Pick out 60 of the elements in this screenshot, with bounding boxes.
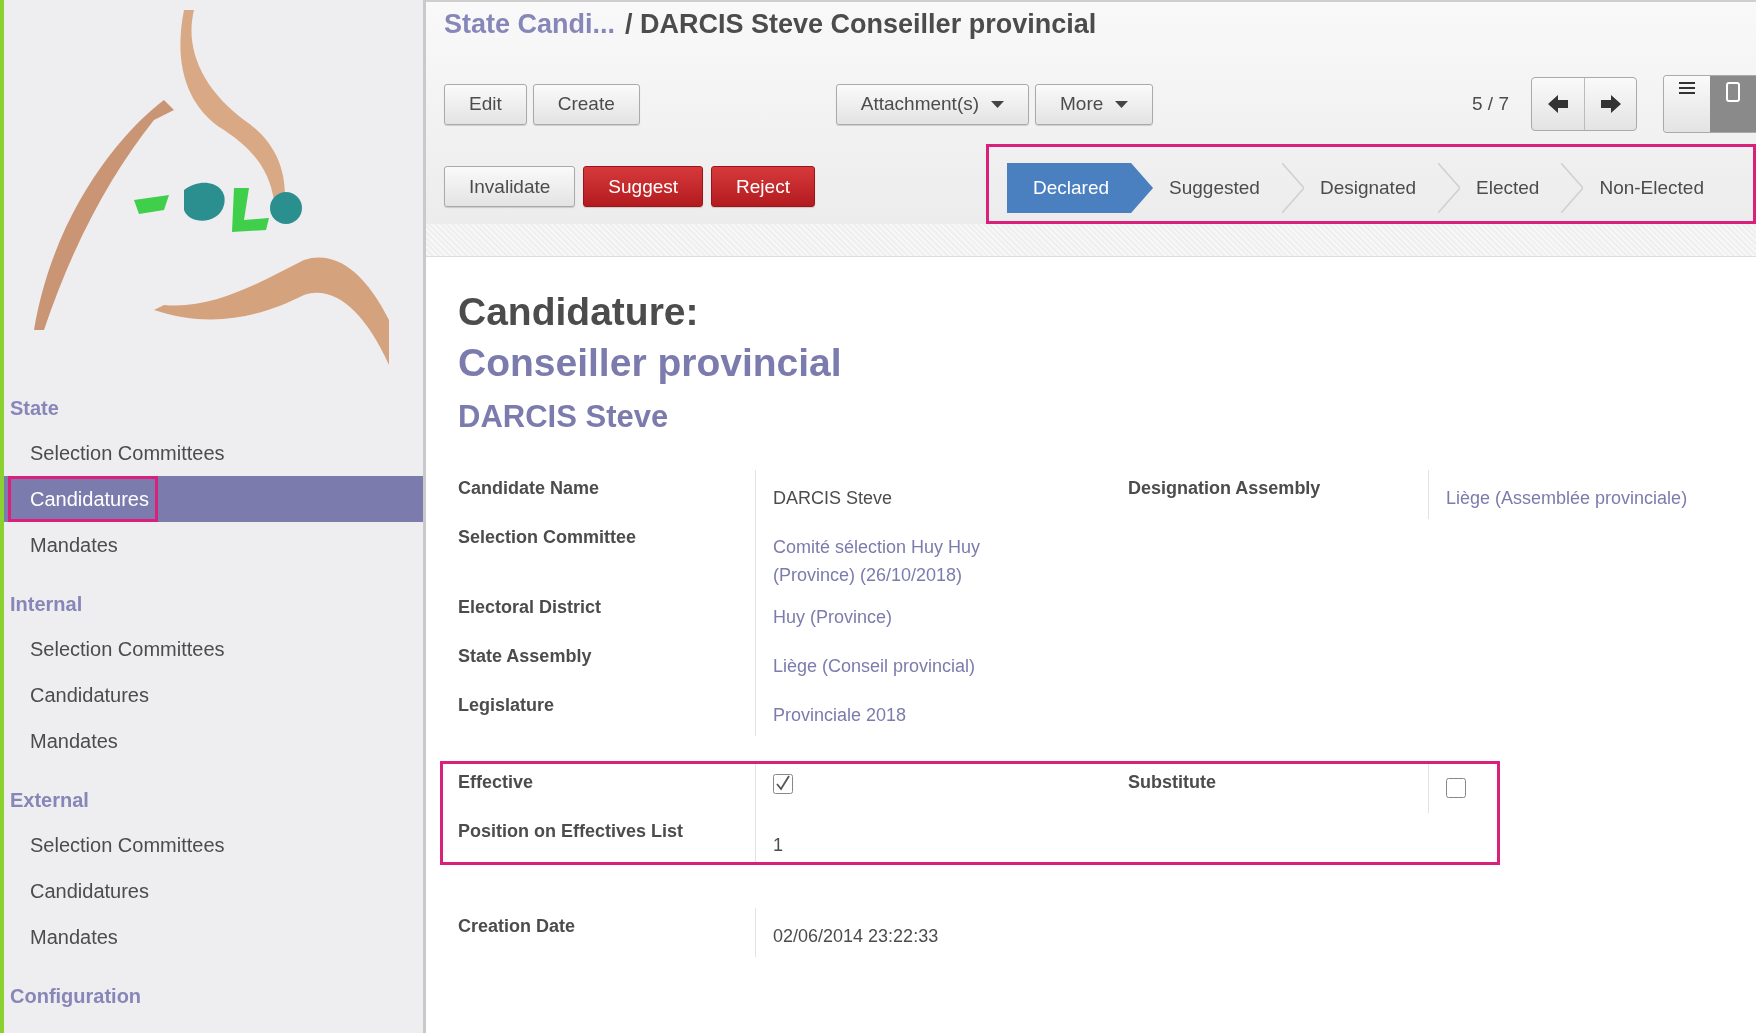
checkbox[interactable] xyxy=(1446,778,1466,798)
form-title: Conseiller provincial xyxy=(458,340,843,386)
field-label: Creation Date xyxy=(458,915,577,938)
right-arrow-icon xyxy=(1600,95,1621,113)
left-arrow-icon xyxy=(1548,95,1568,113)
field-label: State Assembly xyxy=(458,645,593,668)
form-subtitle: DARCIS Steve xyxy=(458,398,670,436)
field-label: Effective xyxy=(458,771,535,794)
form-heading: Candidature: xyxy=(458,289,700,335)
checkbox[interactable] xyxy=(773,774,793,794)
field-link[interactable]: Liège (Assemblée provinciale) xyxy=(1446,484,1688,512)
action-button[interactable]: Invalidate xyxy=(444,166,576,207)
sidebar-item[interactable]: Candidatures xyxy=(4,672,423,718)
field-label: Legislature xyxy=(458,694,556,717)
menu-section-title: Configuration xyxy=(9,984,143,1009)
field-link[interactable]: Huy (Province) xyxy=(773,603,893,631)
menu-section-title: State xyxy=(9,396,60,421)
sidebar-item[interactable]: Selection Committees xyxy=(4,626,423,672)
field-label: Candidate Name xyxy=(458,477,601,500)
toolbar-button[interactable]: Create xyxy=(532,83,640,125)
action-button[interactable]: Suggest xyxy=(583,166,704,207)
chevron-separator xyxy=(1438,163,1461,213)
field-value: 02/06/2014 23:22:33 xyxy=(773,925,939,948)
record-title: / DARCIS Steve Conseiller provincial xyxy=(625,8,1097,41)
action-button[interactable]: Reject xyxy=(711,166,815,207)
pager-counter: 5 / 7 xyxy=(1472,93,1509,115)
dropdown-button[interactable]: Attachment(s) xyxy=(835,83,1030,125)
field-link[interactable]: Comité sélection Huy Huy (Province) (26/10/2018) xyxy=(773,533,1033,589)
status-step[interactable]: Declared xyxy=(1007,163,1154,213)
dropdown-button[interactable]: More xyxy=(1035,83,1154,125)
chevron-separator xyxy=(1281,163,1304,213)
field-label: Position on Effectives List xyxy=(458,820,685,843)
sidebar-item[interactable]: Selection Committees xyxy=(4,822,423,868)
sidebar-item[interactable]: Candidatures xyxy=(4,476,423,522)
chevron-separator xyxy=(1561,163,1584,213)
field-label: Selection Committee xyxy=(458,526,638,549)
field-label: Designation Assembly xyxy=(1128,477,1322,500)
menu-section-title: External xyxy=(9,788,90,813)
field-link[interactable]: Liège (Conseil provincial) xyxy=(773,652,976,680)
status-step[interactable]: Designated xyxy=(1303,163,1439,213)
sidebar-item[interactable]: Mandates xyxy=(4,718,423,764)
field-label: Substitute xyxy=(1128,771,1217,794)
list-icon xyxy=(1679,82,1695,94)
page-icon xyxy=(1726,82,1740,102)
field-value: 1 xyxy=(773,834,783,857)
sidebar-item[interactable]: Selection Committees xyxy=(4,430,423,476)
caret-icon xyxy=(1115,100,1129,108)
status-step[interactable]: Non-Elected xyxy=(1583,163,1708,213)
sidebar-item[interactable]: Candidatures xyxy=(4,868,423,914)
sidebar-item[interactable]: Mandates xyxy=(4,914,423,960)
field-label: Electoral District xyxy=(458,596,603,619)
status-step[interactable]: Suggested xyxy=(1153,163,1282,213)
status-step[interactable]: Elected xyxy=(1460,163,1562,213)
field-link[interactable]: Provinciale 2018 xyxy=(773,701,907,729)
caret-icon xyxy=(991,100,1005,108)
toolbar-button[interactable]: Edit xyxy=(444,83,527,125)
menu-section-title: Internal xyxy=(9,592,84,617)
sidebar-item[interactable]: Mandates xyxy=(4,522,423,568)
field-value: DARCIS Steve xyxy=(773,487,893,510)
list-view-button[interactable] xyxy=(1664,76,1710,132)
